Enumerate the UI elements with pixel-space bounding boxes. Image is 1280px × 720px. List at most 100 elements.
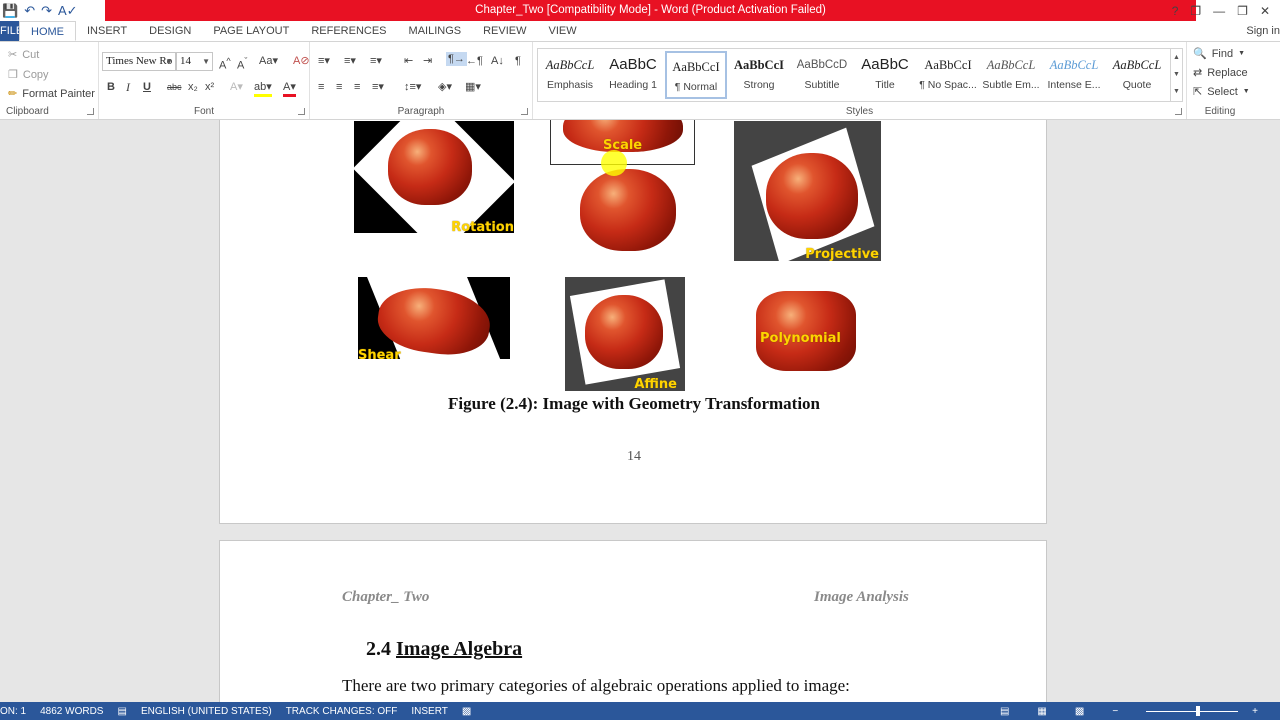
proofing-icon[interactable]: ▤ — [117, 706, 126, 717]
tab-view[interactable]: VIEW — [538, 21, 588, 41]
align-right-icon[interactable]: ≡ — [354, 80, 360, 94]
line-spacing-icon[interactable]: ↕≡▾ — [404, 80, 421, 94]
increase-indent-icon[interactable]: ⇥ — [423, 54, 432, 68]
restore-button[interactable]: ❐ — [1237, 4, 1248, 18]
tab-insert[interactable]: INSERT — [76, 21, 138, 41]
superscript-button[interactable]: x² — [205, 80, 214, 94]
scissors-icon: ✂ — [8, 49, 18, 61]
bold-button[interactable]: B — [107, 80, 115, 94]
style-intense-emphasis[interactable]: AaBbCcL Intense E... — [1043, 51, 1105, 99]
grow-font-icon[interactable]: A^ — [219, 54, 231, 73]
styles-launcher-icon[interactable] — [1175, 108, 1182, 115]
tab-review[interactable]: REVIEW — [472, 21, 537, 41]
borders-icon[interactable]: ▦▾ — [465, 80, 481, 94]
highlight-icon[interactable]: ab▾ — [254, 80, 272, 97]
shading-icon[interactable]: ◈▾ — [438, 80, 452, 94]
document-page-next[interactable]: Chapter_ Two Image Analysis 2.4 Image Al… — [219, 540, 1047, 702]
italic-button[interactable]: I — [126, 80, 130, 94]
font-family-select[interactable]: Times New Ro ▼ — [102, 52, 176, 71]
ribbon-display-button[interactable]: ❐ — [1190, 4, 1201, 18]
paragraph-launcher-icon[interactable] — [521, 108, 528, 115]
undo-icon[interactable]: ↶ — [24, 3, 35, 19]
print-layout-icon[interactable]: ▦ — [1037, 706, 1046, 717]
read-mode-icon[interactable]: ▤ — [1000, 706, 1009, 717]
multilevel-list-icon[interactable]: ≡▾ — [370, 54, 382, 68]
page-indicator[interactable]: ON: 1 — [0, 706, 26, 717]
find-button[interactable]: 🔍 Find ▼ — [1193, 47, 1246, 61]
clipboard-launcher-icon[interactable] — [87, 108, 94, 115]
align-center-icon[interactable]: ≡ — [336, 80, 342, 94]
font-launcher-icon[interactable] — [298, 108, 305, 115]
tab-file[interactable]: FILE — [0, 21, 19, 41]
ltr-direction-icon[interactable]: ¶→ — [446, 52, 467, 66]
figure-scale-apple — [580, 169, 676, 251]
macro-record-icon[interactable]: ▩ — [462, 706, 471, 717]
sign-in-link[interactable]: Sign in — [1246, 21, 1280, 41]
align-left-icon[interactable]: ≡ — [318, 80, 324, 94]
styles-scrollbar[interactable]: ▲ ▼ ▼ — [1170, 49, 1182, 101]
word-count[interactable]: 4862 WORDS — [40, 706, 103, 717]
tab-references[interactable]: REFERENCES — [300, 21, 397, 41]
strikethrough-button[interactable]: abc — [167, 80, 182, 94]
cursor-highlight — [601, 150, 627, 176]
sort-icon[interactable]: A↓ — [491, 54, 504, 68]
chevron-down-icon: ▼ — [1238, 50, 1246, 57]
format-painter-button[interactable]: ✏ Format Painter — [8, 87, 95, 101]
document-page[interactable]: Rotation Scale Projective Shear Affine P… — [219, 120, 1047, 524]
justify-icon[interactable]: ≡▾ — [372, 80, 384, 94]
clipboard-label: Clipboard — [6, 106, 49, 117]
spelling-icon[interactable]: A✓ — [58, 3, 78, 19]
chevron-up-icon[interactable]: ▲ — [1171, 49, 1182, 66]
help-button[interactable]: ? — [1172, 4, 1179, 18]
subscript-button[interactable]: x₂ — [188, 80, 198, 94]
close-button[interactable]: ✕ — [1260, 4, 1270, 18]
binoculars-icon: 🔍 — [1193, 48, 1207, 60]
cursor-icon: ⇱ — [1193, 86, 1203, 98]
style-normal[interactable]: AaBbCcI ¶ Normal — [665, 51, 727, 99]
styles-gallery: AaBbCcL Emphasis AaBbC Heading 1 AaBbCcI… — [537, 48, 1183, 102]
underline-button[interactable]: U — [143, 80, 151, 94]
replace-button[interactable]: ⇄ Replace — [1193, 66, 1248, 80]
select-button[interactable]: ⇱ Select ▼ — [1193, 85, 1250, 99]
style-emphasis[interactable]: AaBbCcL Emphasis — [539, 51, 601, 99]
track-changes-indicator[interactable]: TRACK CHANGES: OFF — [286, 706, 398, 717]
chevron-down-icon[interactable]: ▼ — [1171, 66, 1182, 83]
insert-mode-indicator[interactable]: INSERT — [411, 706, 448, 717]
clear-formatting-icon[interactable]: A⊘ — [293, 54, 310, 68]
more-styles-icon[interactable]: ▼ — [1171, 83, 1182, 100]
tab-home[interactable]: HOME — [19, 21, 76, 41]
save-icon[interactable]: 💾 — [2, 3, 18, 19]
show-marks-icon[interactable]: ¶ — [515, 54, 521, 68]
section-heading: 2.4 Image Algebra — [366, 638, 523, 660]
change-case-icon[interactable]: Aa▾ — [259, 54, 278, 68]
zoom-out-icon[interactable]: − — [1112, 706, 1118, 717]
redo-icon[interactable]: ↷ — [41, 3, 52, 19]
copy-button[interactable]: ❐ Copy — [8, 68, 49, 82]
text-effects-icon[interactable]: A▾ — [230, 80, 243, 94]
tab-design[interactable]: DESIGN — [138, 21, 202, 41]
rtl-direction-icon[interactable]: ←¶ — [466, 54, 483, 68]
style-quote[interactable]: AaBbCcL Quote — [1106, 51, 1168, 99]
style-title[interactable]: AaBbC Title — [854, 51, 916, 99]
style-no-spacing[interactable]: AaBbCcI ¶ No Spac... — [917, 51, 979, 99]
font-color-icon[interactable]: A▾ — [283, 80, 296, 97]
style-heading-1[interactable]: AaBbC Heading 1 — [602, 51, 664, 99]
tab-page-layout[interactable]: PAGE LAYOUT — [202, 21, 300, 41]
tab-mailings[interactable]: MAILINGS — [398, 21, 473, 41]
style-strong[interactable]: AaBbCcI Strong — [728, 51, 790, 99]
minimize-button[interactable]: — — [1213, 4, 1225, 18]
style-subtitle[interactable]: AaBbCcD Subtitle — [791, 51, 853, 99]
document-area[interactable]: Rotation Scale Projective Shear Affine P… — [0, 120, 1280, 702]
bullets-icon[interactable]: ≡▾ — [318, 54, 330, 68]
clipboard-group: ✂ Cut ❐ Copy ✏ Format Painter Clipboard — [0, 42, 99, 119]
decrease-indent-icon[interactable]: ⇤ — [404, 54, 413, 68]
web-layout-icon[interactable]: ▩ — [1075, 706, 1084, 717]
language-indicator[interactable]: ENGLISH (UNITED STATES) — [141, 706, 272, 717]
zoom-slider[interactable] — [1146, 705, 1239, 716]
zoom-in-icon[interactable]: + — [1252, 706, 1258, 717]
cut-button[interactable]: ✂ Cut — [8, 48, 39, 62]
shrink-font-icon[interactable]: Aˇ — [237, 54, 247, 73]
numbering-icon[interactable]: ≡▾ — [344, 54, 356, 68]
style-subtle-emphasis[interactable]: AaBbCcL Subtle Em... — [980, 51, 1042, 99]
font-size-select[interactable]: 14 ▼ — [176, 52, 213, 71]
